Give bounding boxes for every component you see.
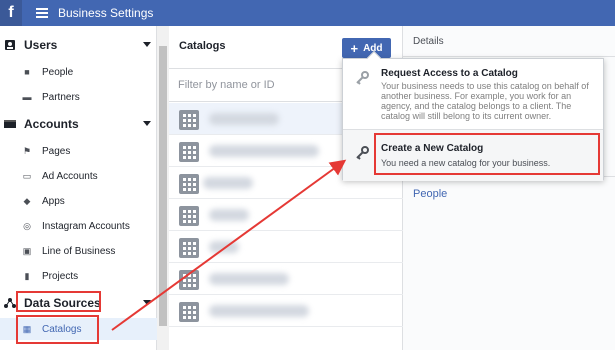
annotation-arrow <box>111 159 347 331</box>
